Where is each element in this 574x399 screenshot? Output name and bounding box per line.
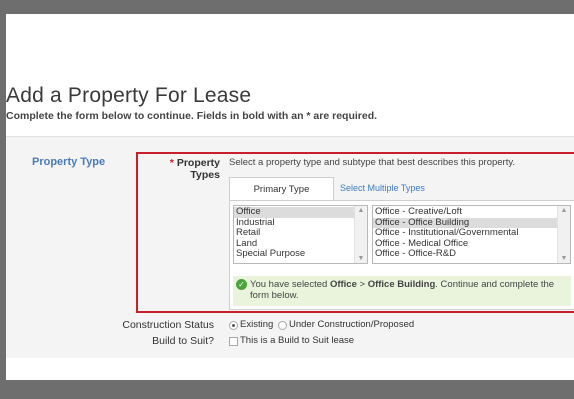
section-label: Property Type: [32, 156, 106, 168]
page-subtitle: Complete the form below to continue. Fie…: [6, 110, 378, 122]
window-frame-top: [0, 0, 574, 14]
build-to-suit-checkbox-label[interactable]: This is a Build to Suit lease: [240, 335, 354, 346]
primary-type-option[interactable]: Special Purpose: [234, 248, 367, 260]
property-types-label: * Property Types: [140, 157, 220, 181]
construction-status-existing-radio[interactable]: [229, 321, 238, 330]
required-mark: *: [169, 157, 174, 169]
scroll-up-icon[interactable]: ▲: [558, 207, 570, 214]
tab-primary-type[interactable]: Primary Type: [229, 177, 334, 201]
window-frame-bottom: [0, 380, 574, 399]
subtype-option[interactable]: Office - Creative/Loft: [373, 206, 570, 218]
notice-subtype: Office Building: [367, 279, 436, 290]
selection-notice-text: You have selected Office > Office Buildi…: [250, 279, 568, 301]
page-title: Add a Property For Lease: [6, 84, 252, 107]
build-to-suit-checkbox[interactable]: [229, 337, 238, 346]
primary-type-option[interactable]: Retail: [234, 227, 367, 239]
notice-prefix: You have selected: [250, 279, 330, 290]
notice-separator: >: [356, 279, 368, 290]
build-to-suit-label: Build to Suit?: [152, 335, 214, 347]
selection-notice: ✓ You have selected Office > Office Buil…: [233, 276, 571, 306]
scroll-down-icon[interactable]: ▼: [558, 255, 570, 262]
construction-status-under-construction-label[interactable]: Under Construction/Proposed: [289, 319, 414, 330]
property-types-instruction: Select a property type and subtype that …: [229, 157, 516, 168]
section-divider: [6, 136, 574, 137]
property-types-label-text: Property Types: [176, 157, 220, 181]
construction-status-under-construction-radio[interactable]: [278, 321, 287, 330]
subtype-option[interactable]: Office - Office-R&D: [373, 248, 570, 260]
construction-status-existing-label[interactable]: Existing: [240, 319, 273, 330]
subtype-option[interactable]: Office - Institutional/Governmental: [373, 227, 570, 239]
construction-status-label: Construction Status: [122, 319, 214, 331]
scroll-up-icon[interactable]: ▲: [355, 207, 367, 214]
scrollbar[interactable]: ▲ ▼: [354, 206, 367, 263]
check-circle-icon: ✓: [236, 279, 247, 290]
primary-type-listbox[interactable]: Office Industrial Retail Land Special Pu…: [233, 205, 368, 264]
primary-type-option[interactable]: Office: [234, 206, 367, 218]
notice-type: Office: [329, 279, 357, 290]
tab-select-multiple-types[interactable]: Select Multiple Types: [340, 183, 425, 193]
scroll-down-icon[interactable]: ▼: [355, 255, 367, 262]
scrollbar[interactable]: ▲ ▼: [557, 206, 570, 263]
subtype-listbox[interactable]: Office - Creative/Loft Office - Office B…: [372, 205, 571, 264]
